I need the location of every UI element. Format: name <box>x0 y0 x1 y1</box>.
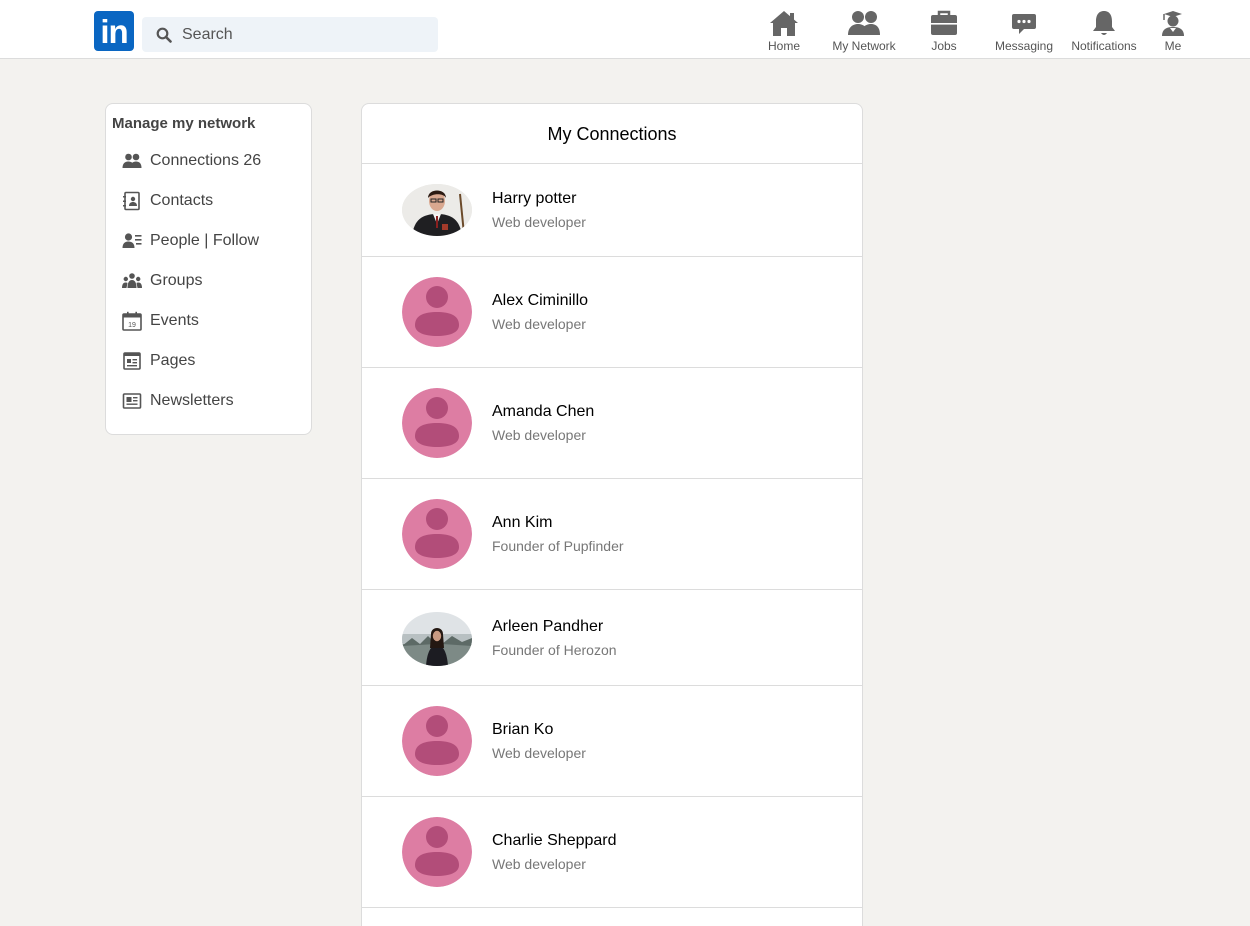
nav-jobs[interactable]: Jobs <box>904 9 984 57</box>
sidebar-item-events[interactable]: 19 Events <box>122 307 302 335</box>
sidebar-item-newsletters[interactable]: Newsletters <box>122 387 302 415</box>
avatar[interactable] <box>402 277 472 347</box>
bell-icon <box>1093 11 1115 35</box>
connection-title: Web developer <box>492 427 586 443</box>
manage-network-sidebar: Manage my network Connections 26 Contact… <box>105 103 312 435</box>
sidebar-item-label: Events <box>150 312 199 329</box>
connection-name[interactable]: Charlie Sheppard <box>492 832 617 850</box>
connection-item[interactable]: Alex Ciminillo Web developer <box>362 257 862 368</box>
page-icon <box>123 352 141 370</box>
connection-name[interactable]: Amanda Chen <box>492 403 594 421</box>
sidebar-item-label: Newsletters <box>150 392 234 409</box>
calendar-icon: 19 <box>122 311 142 331</box>
avatar[interactable] <box>402 184 472 236</box>
connection-item[interactable]: Charlie Sheppard Web developer <box>362 797 862 908</box>
nav-notifications-label: Notifications <box>1071 39 1137 53</box>
connection-item[interactable]: Ann Kim Founder of Pupfinder <box>362 479 862 590</box>
groups-icon <box>122 273 142 288</box>
people-icon <box>848 11 880 35</box>
avatar[interactable] <box>402 817 472 887</box>
default-avatar-icon <box>402 817 472 887</box>
user-icon <box>1162 11 1184 36</box>
connection-name[interactable]: Ann Kim <box>492 514 552 532</box>
default-avatar-icon <box>402 277 472 347</box>
avatar[interactable] <box>402 706 472 776</box>
search-icon <box>156 27 172 43</box>
sidebar-item-connections[interactable]: Connections 26 <box>122 147 302 175</box>
sidebar-item-people-follow[interactable]: People | Follow <box>122 227 302 255</box>
contact-book-icon <box>123 191 140 211</box>
sidebar-item-label: Pages <box>150 352 196 369</box>
connections-title: My Connections <box>362 104 862 164</box>
sidebar-item-label: Connections 26 <box>150 152 262 169</box>
connection-item[interactable]: Brian Ko Web developer <box>362 686 862 797</box>
nav-me-label: Me <box>1164 39 1182 53</box>
sidebar-item-label: Contacts <box>150 192 214 209</box>
avatar[interactable] <box>402 388 472 458</box>
calendar-icon-text: 19 <box>128 322 136 329</box>
connection-name[interactable]: Harry potter <box>492 190 576 208</box>
connection-title: Web developer <box>492 316 586 332</box>
nav-messaging[interactable]: Messaging <box>984 9 1064 57</box>
home-icon <box>770 11 798 36</box>
nav-messaging-label: Messaging <box>994 39 1054 53</box>
connection-item[interactable]: Amanda Chen Web developer <box>362 368 862 479</box>
avatar[interactable] <box>402 612 472 666</box>
connection-title: Web developer <box>492 214 586 230</box>
search-input[interactable] <box>182 17 432 52</box>
connection-title: Web developer <box>492 856 586 872</box>
avatar[interactable] <box>402 499 472 569</box>
sidebar-item-contacts[interactable]: Contacts <box>122 187 302 215</box>
default-avatar-icon <box>402 706 472 776</box>
nav-me[interactable]: Me <box>1133 9 1213 57</box>
connection-name[interactable]: Alex Ciminillo <box>492 292 588 310</box>
nav-notifications[interactable]: Notifications <box>1064 9 1144 57</box>
connection-title: Founder of Pupfinder <box>492 538 624 554</box>
sidebar-title: Manage my network <box>112 115 256 132</box>
newsletter-icon <box>122 393 142 409</box>
nav-home[interactable]: Home <box>744 9 824 57</box>
connection-name[interactable]: Arleen Pandher <box>492 618 603 636</box>
connections-panel: My Connections Harry potter Web develope… <box>361 103 863 926</box>
sidebar-item-groups[interactable]: Groups <box>122 267 302 295</box>
sidebar-item-pages[interactable]: Pages <box>122 347 302 375</box>
default-avatar-icon <box>402 388 472 458</box>
connection-title: Web developer <box>492 745 586 761</box>
message-icon <box>1012 14 1036 34</box>
connection-name[interactable]: Brian Ko <box>492 721 553 739</box>
search-bar[interactable] <box>142 17 438 52</box>
top-navbar: in Home My Network Jobs <box>0 0 1250 59</box>
nav-home-label: Home <box>767 39 800 53</box>
connection-item[interactable]: Harry potter Web developer <box>362 164 862 257</box>
connection-item[interactable]: Arleen Pandher Founder of Herozon <box>362 590 862 686</box>
connection-title: Founder of Herozon <box>492 642 617 658</box>
briefcase-icon <box>931 10 957 35</box>
person-follow-icon <box>122 233 142 248</box>
nav-my-network-label: My Network <box>832 39 896 53</box>
nav-jobs-label: Jobs <box>931 39 957 53</box>
sidebar-item-label: Groups <box>150 272 203 289</box>
nav-my-network[interactable]: My Network <box>824 9 904 57</box>
people-icon <box>122 153 142 168</box>
sidebar-item-label: People | Follow <box>150 232 260 249</box>
default-avatar-icon <box>402 499 472 569</box>
linkedin-logo-icon[interactable]: in <box>94 11 134 51</box>
